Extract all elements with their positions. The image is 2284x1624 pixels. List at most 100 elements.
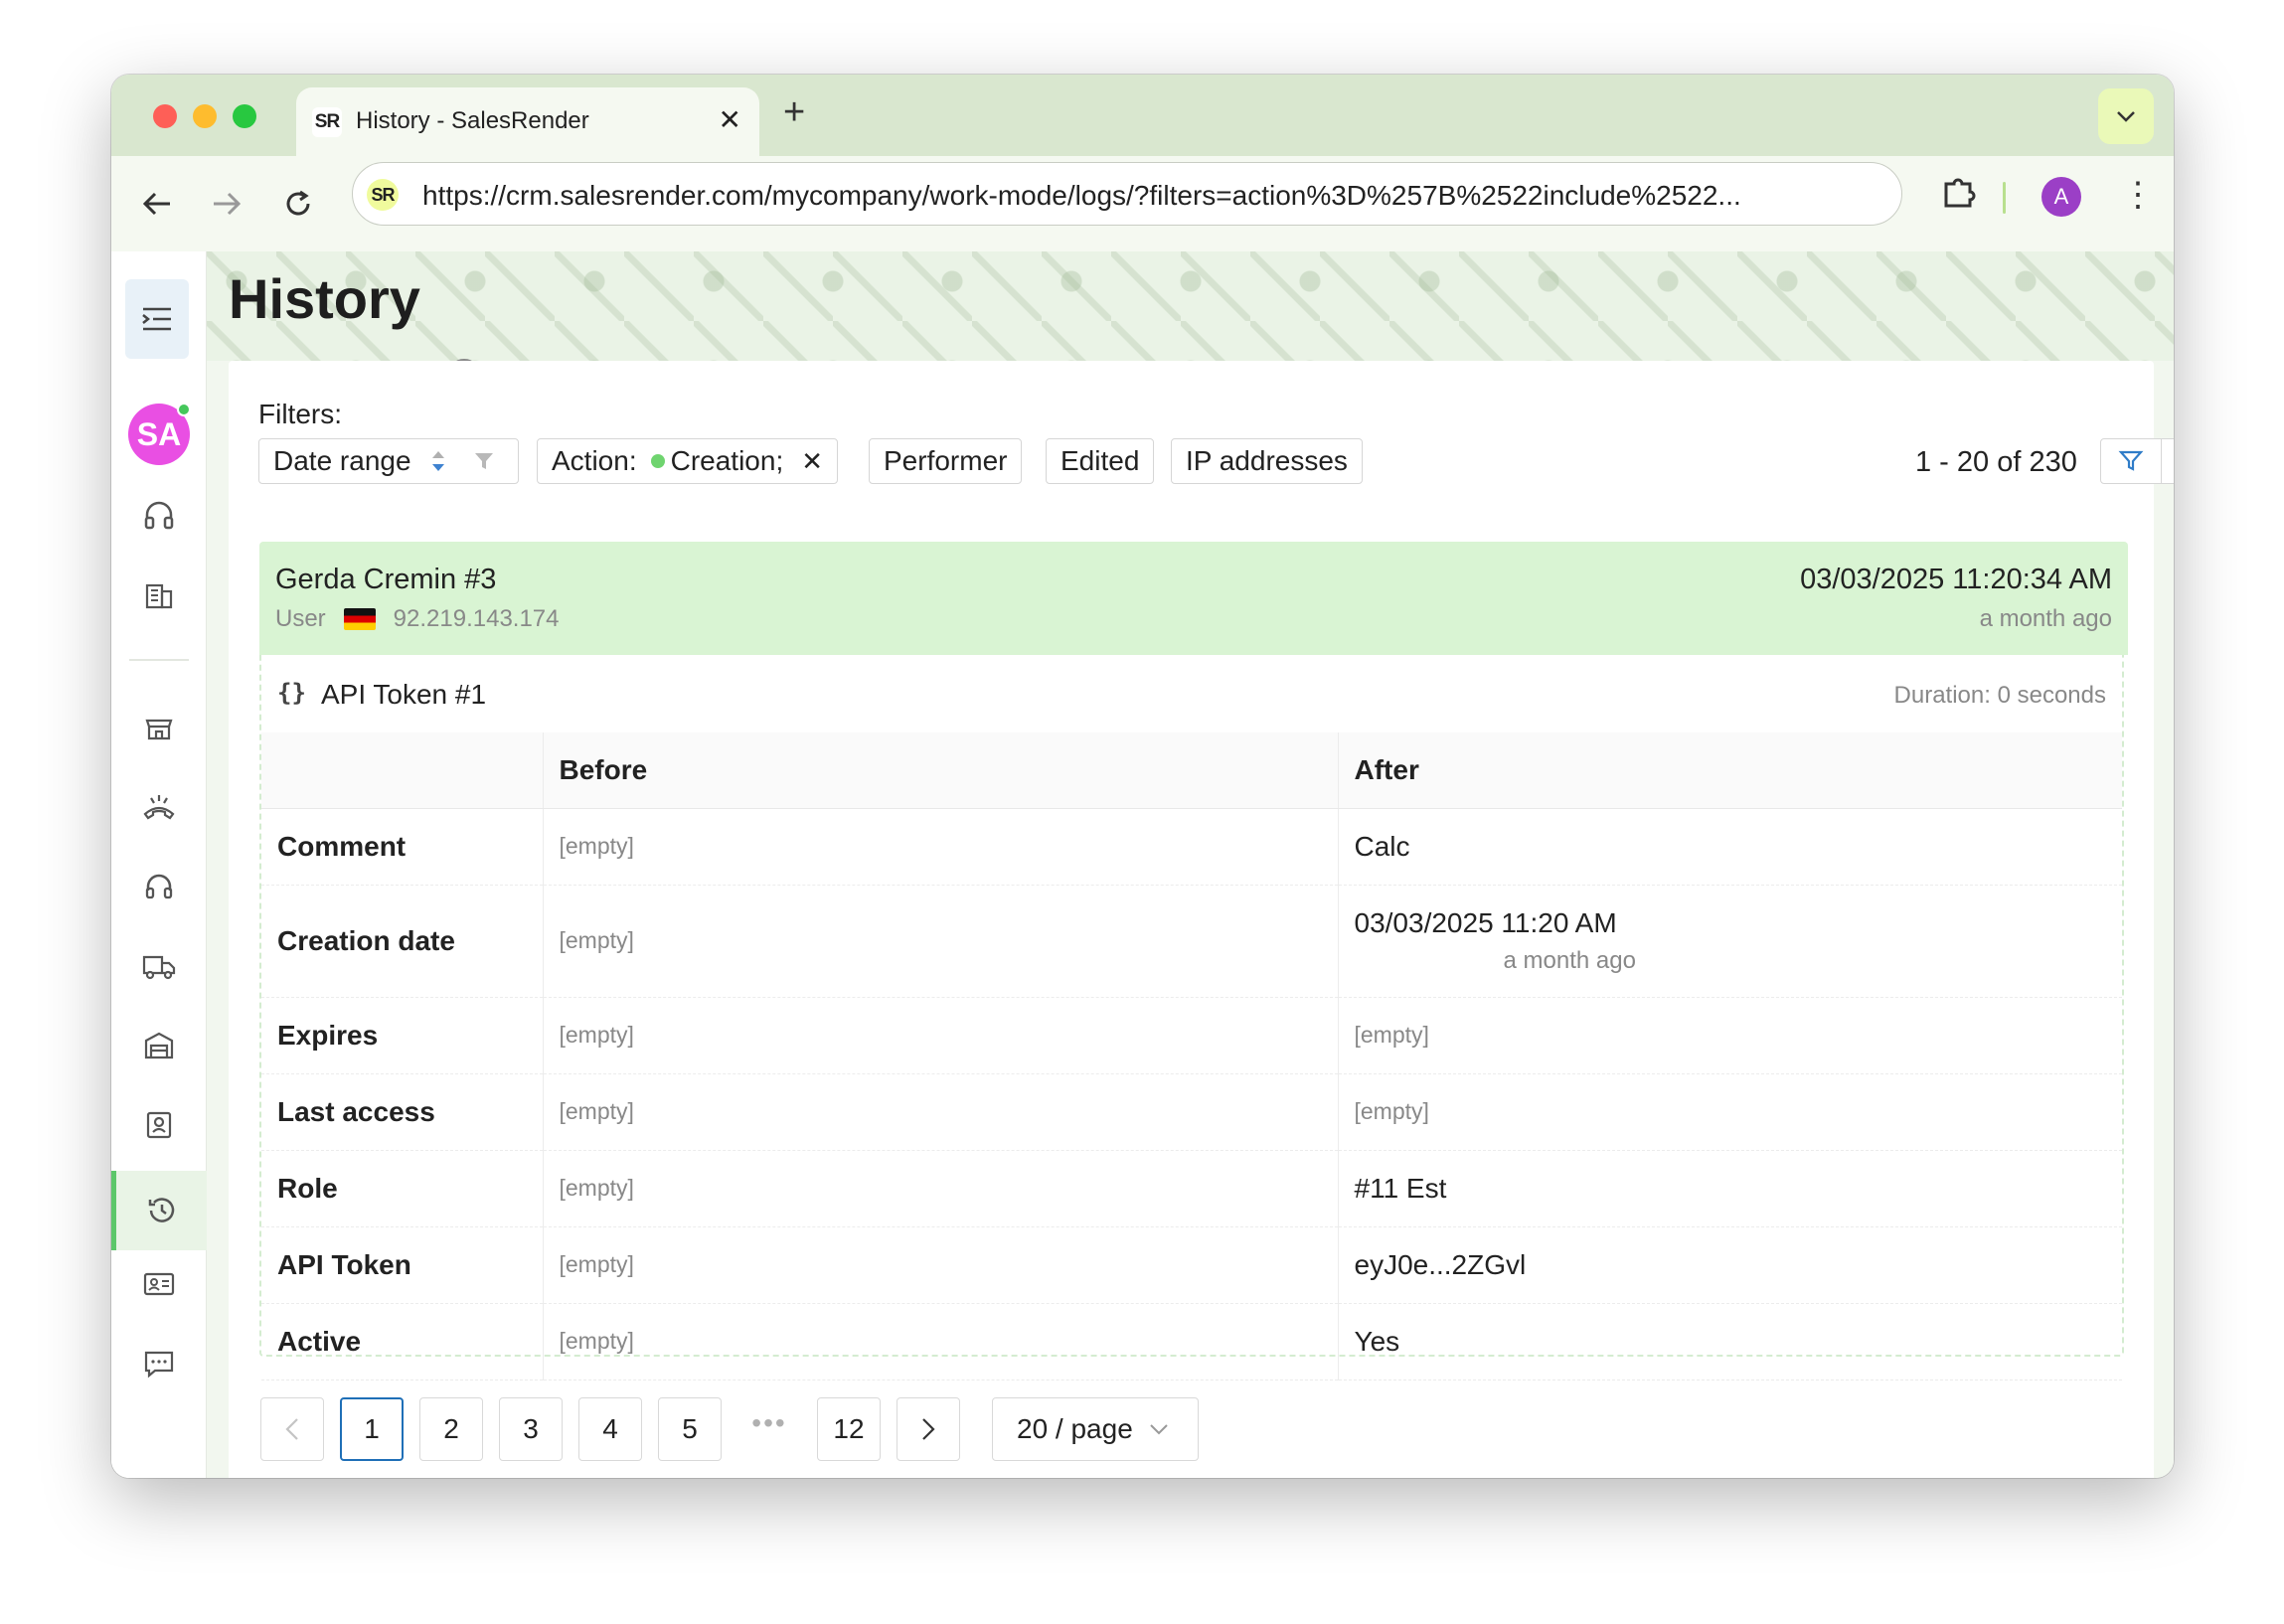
sidebar-item-id-cards[interactable] xyxy=(111,1252,207,1316)
filter-icon xyxy=(2118,450,2144,471)
browser-window: SR History - SalesRender ✕ + SR https://… xyxy=(111,75,2174,1478)
store-icon xyxy=(145,719,173,740)
performer-name[interactable]: Gerda Cremin #3 xyxy=(275,564,496,596)
creation-status-dot xyxy=(650,454,665,468)
sidebar-item-delivery[interactable] xyxy=(111,934,207,998)
table-row: Creation date [empty] 03/03/2025 11:20 A… xyxy=(261,885,2122,998)
changes-table: Before After Comment [empty] Calc Creati… xyxy=(261,732,2122,1380)
tab-close-icon[interactable]: ✕ xyxy=(719,103,741,136)
close-window-button[interactable] xyxy=(153,104,177,128)
page-4-button[interactable]: 4 xyxy=(578,1397,642,1461)
profile-avatar[interactable]: A xyxy=(2041,177,2081,217)
sidebar-item-history[interactable] xyxy=(111,1171,207,1250)
property-name: Active xyxy=(261,1303,544,1380)
chevron-down-icon xyxy=(1150,1424,1168,1435)
sidebar-item-contacts[interactable] xyxy=(111,1093,207,1157)
entity-name[interactable]: API Token #1 xyxy=(321,679,486,711)
history-record: Gerda Cremin #3 User 92.219.143.174 03/0… xyxy=(259,542,2128,1380)
before-value: [empty] xyxy=(543,1073,1339,1151)
sidebar-item-calls[interactable] xyxy=(111,775,207,839)
reload-button[interactable] xyxy=(278,184,318,224)
address-bar[interactable]: SR https://crm.salesrender.com/mycompany… xyxy=(352,162,1902,226)
column-header-property xyxy=(261,732,544,809)
action-filter[interactable]: Action: Creation; ✕ xyxy=(537,438,839,484)
table-row: Expires [empty] [empty] xyxy=(261,997,2122,1074)
forward-button[interactable] xyxy=(207,184,246,224)
record-relative-time: a month ago xyxy=(1979,605,2112,632)
sidebar-item-support[interactable] xyxy=(111,484,207,548)
sidebar-item-warehouse[interactable] xyxy=(111,1014,207,1077)
sidebar-item-operators[interactable] xyxy=(111,855,207,918)
last-page-button[interactable]: 12 xyxy=(817,1397,881,1461)
browser-tab[interactable]: SR History - SalesRender ✕ xyxy=(296,87,759,156)
property-name: Comment xyxy=(261,808,544,886)
tab-strip: SR History - SalesRender ✕ + xyxy=(111,75,2174,156)
edited-filter[interactable]: Edited xyxy=(1046,438,1155,484)
funnel-icon[interactable] xyxy=(473,450,495,472)
remove-filter-icon[interactable]: ✕ xyxy=(801,446,823,477)
page-5-button[interactable]: 5 xyxy=(658,1397,722,1461)
chevron-left-icon xyxy=(285,1418,298,1440)
tab-search-button[interactable] xyxy=(2098,88,2154,144)
action-filter-label: Action: xyxy=(552,445,637,476)
after-value: [empty] xyxy=(1338,997,2122,1074)
ip-addresses-filter[interactable]: IP addresses xyxy=(1171,438,1363,484)
results-count: 1 - 20 of 230 xyxy=(1915,446,2077,478)
property-name: Last access xyxy=(261,1073,544,1151)
sidebar-divider xyxy=(129,659,189,661)
extensions-button[interactable] xyxy=(1940,174,1978,217)
before-value: [empty] xyxy=(543,1226,1339,1304)
performer-filter[interactable]: Performer xyxy=(869,438,1023,484)
history-icon xyxy=(148,1198,174,1222)
sidebar-item-store[interactable] xyxy=(111,696,207,759)
chat-icon xyxy=(144,1351,174,1379)
next-page-button[interactable] xyxy=(897,1397,960,1461)
arrow-left-icon xyxy=(142,192,170,216)
contact-icon xyxy=(146,1111,172,1139)
entity-row: {} API Token #1 Duration: 0 seconds xyxy=(261,655,2122,732)
reload-icon xyxy=(286,190,310,216)
code-braces-icon: {} xyxy=(277,679,306,707)
url-text[interactable]: https://crm.salesrender.com/mycompany/wo… xyxy=(422,180,1741,212)
performer-meta: User 92.219.143.174 xyxy=(275,605,560,633)
filter-button[interactable] xyxy=(2100,438,2162,484)
property-name: Creation date xyxy=(261,885,544,998)
after-relative-time: a month ago xyxy=(1503,946,1636,974)
table-row: Last access [empty] [empty] xyxy=(261,1073,2122,1151)
after-value: 03/03/2025 11:20 AM xyxy=(1354,906,1617,938)
after-value: [empty] xyxy=(1338,1073,2122,1151)
table-row: API Token [empty] eyJ0e...2ZGvl xyxy=(261,1226,2122,1304)
new-tab-button[interactable]: + xyxy=(783,91,805,134)
table-row: Active [empty] Yes xyxy=(261,1303,2122,1380)
after-value-cell: 03/03/2025 11:20 AM a month ago xyxy=(1338,885,2122,998)
warehouse-icon xyxy=(144,1032,174,1059)
page-2-button[interactable]: 2 xyxy=(419,1397,483,1461)
online-status-dot xyxy=(177,403,191,416)
menu-toggle-button[interactable] xyxy=(125,279,189,359)
column-header-after: After xyxy=(1338,732,2122,809)
page-3-button[interactable]: 3 xyxy=(499,1397,563,1461)
browser-menu-icon[interactable]: ⋮ xyxy=(2121,178,2155,212)
before-value: [empty] xyxy=(543,1303,1339,1380)
table-row: Role [empty] #11 Est xyxy=(261,1150,2122,1227)
maximize-window-button[interactable] xyxy=(233,104,256,128)
filters-label: Filters: xyxy=(258,399,342,429)
back-button[interactable] xyxy=(137,184,177,224)
minimize-window-button[interactable] xyxy=(193,104,217,128)
sidebar: SA xyxy=(111,251,207,1478)
toolbar-divider xyxy=(2003,182,2006,214)
sidebar-item-company[interactable] xyxy=(111,564,207,627)
sidebar-item-messages[interactable] xyxy=(111,1332,207,1395)
date-range-label: Date range xyxy=(273,445,411,476)
after-value: Calc xyxy=(1338,808,2122,886)
sort-icon[interactable] xyxy=(429,447,447,475)
date-range-filter[interactable]: Date range xyxy=(258,438,519,484)
germany-flag-icon xyxy=(343,608,376,630)
more-pages-button[interactable]: ••• xyxy=(737,1407,801,1439)
page-1-button[interactable]: 1 xyxy=(340,1397,404,1461)
action-filter-value: Creation; xyxy=(670,445,784,476)
page-size-select[interactable]: 20 / page xyxy=(992,1397,1199,1461)
clear-filters-button[interactable] xyxy=(2161,438,2174,484)
prev-page-button[interactable] xyxy=(260,1397,324,1461)
truck-icon xyxy=(142,955,176,980)
